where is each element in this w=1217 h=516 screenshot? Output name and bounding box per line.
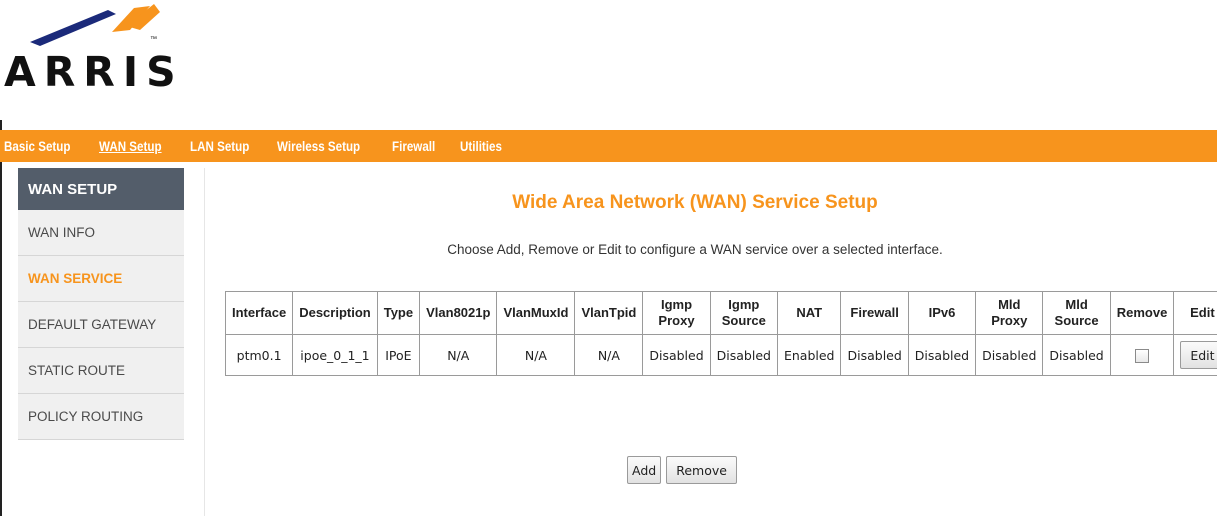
table-row: ptm0.1 ipoe_0_1_1 IPoE N/A N/A N/A Disab… — [224, 334, 1217, 376]
nav-firewall[interactable]: Firewall — [392, 139, 435, 154]
cell-description: ipoe_0_1_1 — [292, 334, 378, 376]
nav-basic-setup[interactable]: Basic Setup — [4, 139, 70, 154]
cell-type: IPoE — [376, 334, 421, 376]
col-mld-proxy: Mld Proxy — [975, 291, 1044, 335]
col-type: Type — [376, 291, 421, 335]
table-header-row: Interface Description Type Vlan8021p Vla… — [224, 291, 1217, 335]
cell-vlan8021p: N/A — [419, 334, 498, 376]
wan-service-table: Interface Description Type Vlan8021p Vla… — [224, 291, 1217, 376]
sidebar-item-default-gateway[interactable]: DEFAULT GATEWAY — [18, 302, 184, 348]
col-igmp-proxy: Igmp Proxy — [642, 291, 711, 335]
top-navigation: Basic Setup WAN Setup LAN Setup Wireless… — [0, 130, 1217, 162]
cell-edit: Edit — [1173, 334, 1217, 376]
col-interface: Interface — [224, 291, 294, 335]
col-ipv6: IPv6 — [907, 291, 977, 335]
cell-remove — [1109, 334, 1175, 376]
trademark-mark: ™ — [150, 36, 157, 43]
cell-vlantpid: N/A — [574, 334, 644, 376]
col-remove: Remove — [1109, 291, 1175, 335]
main-content: Wide Area Network (WAN) Service Setup Ch… — [204, 168, 1217, 516]
sidebar-item-policy-routing[interactable]: POLICY ROUTING — [18, 394, 184, 440]
cell-vlanmuxid: N/A — [496, 334, 576, 376]
sidebar-item-wan-info[interactable]: WAN INFO — [18, 210, 184, 256]
sidebar-item-static-route[interactable]: STATIC ROUTE — [18, 348, 184, 394]
page-title: Wide Area Network (WAN) Service Setup — [512, 192, 878, 213]
edit-button[interactable]: Edit — [1180, 341, 1217, 369]
col-vlantpid: VlanTpid — [574, 291, 644, 335]
cell-ipv6: Disabled — [907, 334, 977, 376]
page-description: Choose Add, Remove or Edit to configure … — [447, 242, 943, 257]
cell-igmp-proxy: Disabled — [642, 334, 711, 376]
cell-igmp-source: Disabled — [709, 334, 778, 376]
col-mld-source: Mld Source — [1042, 291, 1111, 335]
col-vlan8021p: Vlan8021p — [419, 291, 498, 335]
cell-interface: ptm0.1 — [224, 334, 294, 376]
col-nat: NAT — [776, 291, 842, 335]
col-description: Description — [292, 291, 378, 335]
col-igmp-source: Igmp Source — [709, 291, 778, 335]
remove-button[interactable]: Remove — [666, 456, 737, 484]
nav-utilities[interactable]: Utilities — [460, 139, 502, 154]
col-firewall: Firewall — [840, 291, 909, 335]
remove-checkbox[interactable] — [1135, 348, 1150, 363]
action-buttons: Add Remove — [627, 456, 737, 484]
nav-wan-setup[interactable]: WAN Setup — [99, 139, 162, 154]
header: ™ ARRIS — [0, 0, 1217, 120]
col-edit: Edit — [1173, 291, 1217, 335]
sidebar: WAN SETUP WAN INFO WAN SERVICE DEFAULT G… — [18, 168, 184, 516]
sidebar-item-wan-service[interactable]: WAN SERVICE — [18, 256, 184, 302]
cell-nat: Enabled — [776, 334, 842, 376]
add-button[interactable]: Add — [627, 456, 662, 484]
nav-lan-setup[interactable]: LAN Setup — [190, 139, 249, 154]
nav-wireless-setup[interactable]: Wireless Setup — [277, 139, 360, 154]
col-vlanmuxid: VlanMuxId — [496, 291, 576, 335]
cell-firewall: Disabled — [840, 334, 909, 376]
arris-logo-text: ARRIS — [4, 48, 184, 96]
cell-mld-source: Disabled — [1042, 334, 1111, 376]
sidebar-heading: WAN SETUP — [18, 168, 184, 210]
cell-mld-proxy: Disabled — [975, 334, 1044, 376]
